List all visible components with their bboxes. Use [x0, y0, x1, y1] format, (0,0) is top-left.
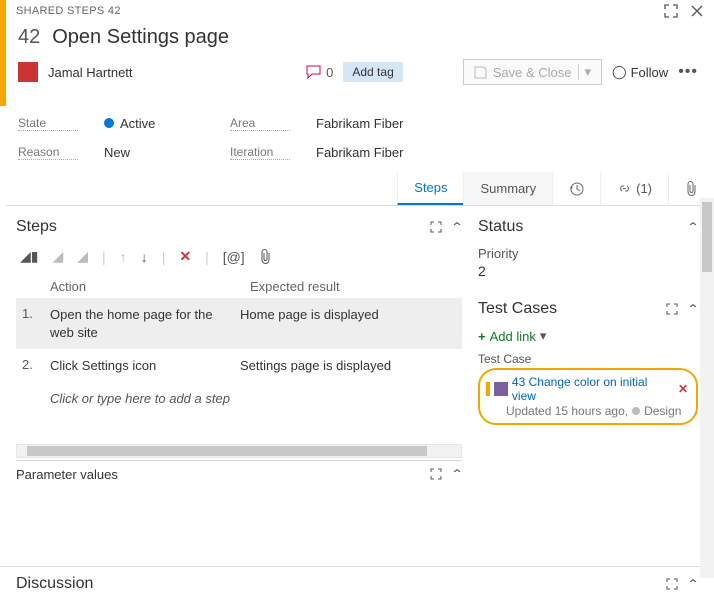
collapse-icon[interactable]: ⌃	[450, 467, 463, 481]
discussion-section-title: Discussion	[16, 575, 93, 593]
tab-links[interactable]: (1)	[600, 172, 668, 205]
tab-summary[interactable]: Summary	[463, 172, 552, 205]
expand-icon[interactable]	[666, 303, 678, 315]
state-value[interactable]: Active	[104, 116, 204, 131]
test-case-icon	[494, 382, 508, 396]
close-icon[interactable]	[690, 4, 704, 18]
plus-icon: +	[478, 329, 486, 344]
col-action-header: Action	[50, 279, 240, 294]
tab-steps[interactable]: Steps	[397, 172, 463, 205]
save-close-button[interactable]: Save & Close ▾	[463, 59, 602, 85]
expand-icon[interactable]	[430, 468, 442, 480]
collapse-icon[interactable]: ⌃	[450, 220, 463, 234]
state-label: State	[18, 116, 78, 131]
page-title: 42 Open Settings page	[18, 26, 698, 49]
test-case-link[interactable]: 43 Change color on initial view	[512, 375, 674, 403]
col-expected-header: Expected result	[250, 279, 462, 294]
add-link-button[interactable]: + Add link ▾	[478, 324, 698, 348]
parameter-values-section[interactable]: Parameter values	[16, 467, 118, 482]
horizontal-scrollbar[interactable]	[16, 444, 462, 458]
vertical-scrollbar[interactable]	[700, 198, 714, 578]
history-icon	[569, 181, 584, 196]
eye-icon: ◯	[612, 64, 627, 80]
test-cases-section-title: Test Cases	[478, 300, 557, 318]
collapse-icon[interactable]: ⌃	[686, 302, 699, 316]
add-step-placeholder[interactable]: Click or type here to add a step	[16, 383, 462, 414]
updated-text: Updated 15 hours ago,	[506, 404, 628, 418]
work-item-title[interactable]: Open Settings page	[52, 26, 229, 49]
breadcrumb: SHARED STEPS 42	[16, 5, 121, 17]
follow-button[interactable]: ◯ Follow	[612, 64, 668, 80]
link-icon	[617, 181, 632, 196]
iteration-value[interactable]: Fabrikam Fiber	[316, 145, 403, 160]
tab-history[interactable]	[552, 172, 600, 205]
move-up-icon[interactable]: ↑	[120, 249, 127, 265]
more-actions-button[interactable]: •••	[678, 63, 698, 81]
insert-shared-icon[interactable]: ◢	[52, 248, 63, 265]
priority-label: Priority	[478, 242, 698, 263]
insert-step-icon[interactable]: ◢▮	[20, 248, 38, 265]
area-value[interactable]: Fabrikam Fiber	[316, 116, 403, 131]
steps-toolbar: ◢▮ ◢ ◢ | ↑ ↓ | ✕ | [@]	[16, 242, 462, 275]
attach-icon[interactable]	[259, 249, 272, 264]
assigned-to[interactable]: Jamal Hartnett	[48, 65, 133, 80]
add-tag-button[interactable]: Add tag	[343, 62, 402, 82]
collapse-icon[interactable]: ⌃	[686, 577, 699, 591]
expand-icon[interactable]	[430, 221, 442, 233]
move-down-icon[interactable]: ↓	[141, 249, 148, 265]
comment-count[interactable]: 0	[306, 65, 333, 80]
delete-step-icon[interactable]: ✕	[179, 248, 191, 265]
remove-link-icon[interactable]: ✕	[678, 382, 688, 396]
collapse-icon[interactable]: ⌃	[686, 220, 699, 234]
avatar[interactable]	[18, 62, 38, 82]
area-label: Area	[230, 116, 290, 131]
step-row[interactable]: 2. Click Settings icon Settings page is …	[16, 349, 462, 383]
iteration-label: Iteration	[230, 145, 290, 160]
attachment-icon	[685, 181, 698, 196]
step-row[interactable]: 1. Open the home page for the web site H…	[16, 298, 462, 349]
steps-section-title: Steps	[16, 218, 57, 236]
param-icon[interactable]: [@]	[223, 249, 245, 265]
work-item-id: 42	[18, 26, 40, 49]
state-dot-icon	[632, 407, 640, 415]
insert-shared2-icon[interactable]: ◢	[77, 248, 88, 265]
test-case-card[interactable]: 43 Change color on initial view ✕ Update…	[478, 368, 698, 425]
priority-value[interactable]: 2	[478, 263, 698, 288]
fullscreen-icon[interactable]	[664, 4, 678, 18]
state-text: Design	[644, 404, 681, 418]
color-bar-icon	[486, 382, 490, 396]
reason-value[interactable]: New	[104, 145, 204, 160]
expand-icon[interactable]	[666, 578, 678, 590]
reason-label: Reason	[18, 145, 78, 160]
test-case-label: Test Case	[478, 348, 698, 368]
state-dot-icon	[104, 118, 114, 128]
chevron-down-icon: ▾	[540, 328, 547, 344]
chevron-down-icon[interactable]: ▾	[578, 64, 592, 80]
status-section-title: Status	[478, 218, 523, 236]
